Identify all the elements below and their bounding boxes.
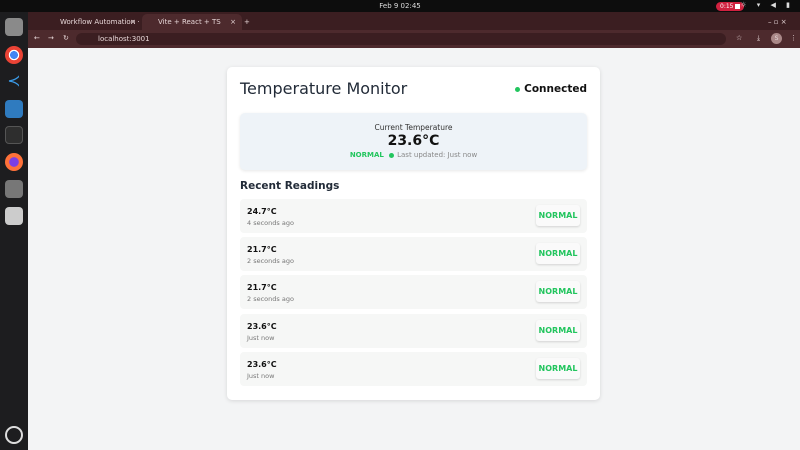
settings-icon[interactable] [5,180,23,198]
reading-status-button[interactable]: NORMAL [536,243,580,264]
status-badge: NORMAL [349,151,384,159]
reading-temp: 21.7°C [247,245,277,254]
current-label: Current Temperature [374,123,453,132]
monitor-card: Temperature Monitor Connected Current Te… [227,67,600,400]
reading-temp: 24.7°C [247,207,277,216]
reading-row: 21.7°C 2 seconds ago NORMAL [240,275,587,309]
tab-vite[interactable]: Vite + React + TS × [142,14,242,30]
reading-temp: 23.6°C [247,360,277,369]
close-icon[interactable]: × [230,14,236,30]
url-input[interactable]: localhost:3001 [76,33,726,45]
tab-bar: Workflow Automation · × Vite + React + TS… [28,12,800,30]
firefox-icon[interactable] [5,153,23,171]
recent-readings-heading: Recent Readings [240,180,340,192]
reload-icon[interactable]: ↻ [63,34,69,42]
reading-temp: 21.7°C [247,283,277,292]
files-icon[interactable] [5,18,23,36]
reading-row: 23.6°C Just now NORMAL [240,314,587,348]
avatar[interactable]: S [771,33,782,44]
dock: ≺ [0,12,28,450]
reading-time: Just now [247,334,275,342]
tab-workflow[interactable]: Workflow Automation · × [44,14,142,30]
system-tray[interactable]: ☼ ▾ ◀ ▮ [740,1,794,9]
reading-time: 2 seconds ago [247,257,294,265]
reading-row: 21.7°C 2 seconds ago NORMAL [240,237,587,271]
current-value: 23.6°C [387,133,440,149]
bookmark-star-icon[interactable]: ☆ [736,34,742,42]
address-bar: ← → ↻ localhost:3001 ☆ ⤓ S ⋮ [28,30,800,48]
back-icon[interactable]: ← [34,34,40,42]
forward-icon[interactable]: → [48,34,54,42]
close-icon[interactable]: × [130,14,136,30]
new-tab-button[interactable]: + [240,14,250,30]
current-temperature-panel: Current Temperature 23.6°C NORMAL Last u… [240,113,587,170]
connection-status: Connected [515,83,587,95]
reading-status-button[interactable]: NORMAL [536,320,580,341]
reading-temp: 23.6°C [247,322,277,331]
terminal-icon[interactable] [5,126,23,144]
page-title: Temperature Monitor [240,79,408,98]
clock[interactable]: Feb 9 02:45 [0,2,800,10]
window-controls[interactable]: – ▫ × [768,14,787,30]
reading-time: Just now [247,372,275,380]
text-editor-icon[interactable] [5,100,23,118]
reading-status-button[interactable]: NORMAL [536,358,580,379]
system-top-bar: Feb 9 02:45 0:15 ☼ ▾ ◀ ▮ [0,0,800,12]
menu-icon[interactable]: ⋮ [790,34,797,42]
reading-time: 4 seconds ago [247,219,294,227]
trash-icon[interactable] [5,207,23,225]
status-dot-icon [515,86,521,92]
reading-row: 23.6°C Just now NORMAL [240,352,587,386]
reading-status-button[interactable]: NORMAL [536,281,580,302]
reading-row: 24.7°C 4 seconds ago NORMAL [240,199,587,233]
chrome-icon[interactable] [5,46,23,64]
status-dot-icon [389,152,395,158]
last-updated: Last updated: Just now [397,151,478,159]
vscode-icon[interactable]: ≺ [5,72,23,90]
download-icon[interactable]: ⤓ [757,34,760,43]
reading-status-button[interactable]: NORMAL [536,205,580,226]
app-grid-icon[interactable] [5,426,23,444]
reading-time: 2 seconds ago [247,295,294,303]
